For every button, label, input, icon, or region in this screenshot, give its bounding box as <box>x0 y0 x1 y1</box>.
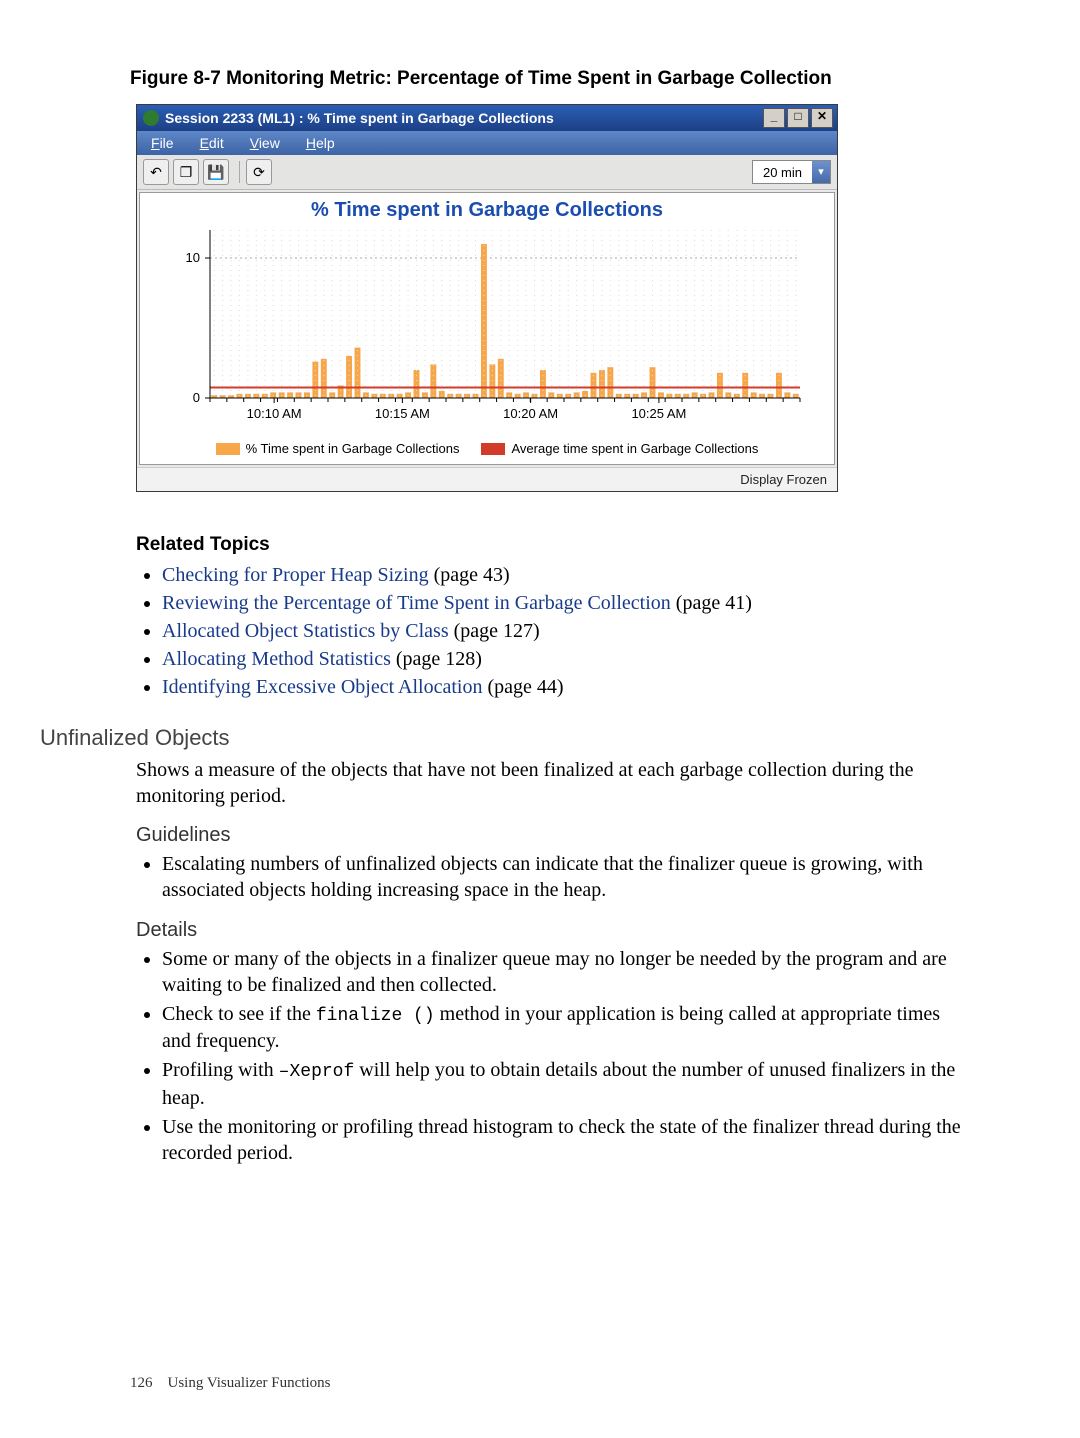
menu-view[interactable]: View <box>250 135 280 151</box>
related-link-4-a[interactable]: Identifying Excessive Object Allocation … <box>162 676 564 698</box>
svg-text:10:20 AM: 10:20 AM <box>503 406 558 421</box>
detail-2: Profiling with –Xeprof will help you to … <box>162 1057 970 1110</box>
maximize-button[interactable]: □ <box>787 108 809 128</box>
guideline-0: Escalating numbers of unfinalized object… <box>162 851 970 903</box>
back-button[interactable]: ↶ <box>143 159 169 185</box>
related-link-0-a[interactable]: Checking for Proper Heap Sizing (page 43… <box>162 564 510 586</box>
window-controls: _ □ ✕ <box>763 108 833 128</box>
details-list: Some or many of the objects in a finaliz… <box>138 946 970 1166</box>
legend-avg-label: Average time spent in Garbage Collection… <box>511 441 758 456</box>
minimize-button[interactable]: _ <box>763 108 785 128</box>
legend-swatch-avg <box>481 443 505 455</box>
status-bar: Display Frozen <box>137 467 837 491</box>
related-link-2: Allocated Object Statistics by Class (pa… <box>162 618 970 645</box>
related-topics-list: Checking for Proper Heap Sizing (page 43… <box>138 562 970 701</box>
detail-1: Check to see if the finalize () method i… <box>162 1001 970 1054</box>
time-range-value: 20 min <box>753 165 812 180</box>
related-topics-heading: Related Topics <box>136 534 970 556</box>
page-number: 126 <box>130 1375 153 1391</box>
related-link-1-a[interactable]: Reviewing the Percentage of Time Spent i… <box>162 592 752 614</box>
legend-series: % Time spent in Garbage Collections <box>216 441 460 456</box>
details-heading: Details <box>136 919 970 942</box>
section-intro: Shows a measure of the objects that have… <box>136 757 970 810</box>
code-finalize: finalize () <box>316 1006 435 1026</box>
chart-panel: % Time spent in Garbage Collections 0 10 1… <box>139 192 835 465</box>
related-link-1: Reviewing the Percentage of Time Spent i… <box>162 590 970 617</box>
figure-caption: Figure 8-7 Monitoring Metric: Percentage… <box>130 68 970 90</box>
svg-text:10:25 AM: 10:25 AM <box>631 406 686 421</box>
legend-swatch-series <box>216 443 240 455</box>
toolbar-separator <box>239 161 240 183</box>
svg-text:0: 0 <box>193 390 200 405</box>
window-title: Session 2233 (ML1) : % Time spent in Gar… <box>165 110 763 126</box>
menu-help[interactable]: Help <box>306 135 335 151</box>
footer-chapter: Using Visualizer Functions <box>168 1375 331 1391</box>
menu-edit[interactable]: Edit <box>200 135 224 151</box>
app-icon <box>143 110 159 126</box>
app-window: Session 2233 (ML1) : % Time spent in Gar… <box>136 104 838 492</box>
page-footer: 126 Using Visualizer Functions <box>130 1375 330 1392</box>
code-xeprof: –Xeprof <box>279 1062 355 1082</box>
chart-legend: % Time spent in Garbage Collections Aver… <box>150 441 824 456</box>
time-range-select[interactable]: 20 min ▾ <box>752 160 831 184</box>
related-link-3: Allocating Method Statistics (page 128) <box>162 646 970 673</box>
close-button[interactable]: ✕ <box>811 108 833 128</box>
chart-plot: 0 10 10:10 AM 10:15 AM 10:20 AM 10:25 AM <box>150 224 810 434</box>
related-link-4: Identifying Excessive Object Allocation … <box>162 674 970 701</box>
menu-file[interactable]: File <box>151 135 174 151</box>
save-button[interactable]: 💾 <box>203 159 229 185</box>
section-heading-unfinalized: Unfinalized Objects <box>40 725 970 751</box>
related-link-0: Checking for Proper Heap Sizing (page 43… <box>162 562 970 589</box>
detail-3: Use the monitoring or profiling thread h… <box>162 1114 970 1166</box>
related-link-3-a[interactable]: Allocating Method Statistics (page 128) <box>162 648 482 670</box>
toolbar: ↶ ❐ 💾 ⟳ 20 min ▾ <box>137 155 837 190</box>
cascade-button[interactable]: ❐ <box>173 159 199 185</box>
svg-text:10:10 AM: 10:10 AM <box>247 406 302 421</box>
svg-text:10:15 AM: 10:15 AM <box>375 406 430 421</box>
chevron-down-icon: ▾ <box>812 161 830 183</box>
guidelines-list: Escalating numbers of unfinalized object… <box>138 851 970 903</box>
guidelines-heading: Guidelines <box>136 824 970 847</box>
legend-average: Average time spent in Garbage Collection… <box>481 441 758 456</box>
refresh-button[interactable]: ⟳ <box>246 159 272 185</box>
window-titlebar: Session 2233 (ML1) : % Time spent in Gar… <box>137 105 837 131</box>
related-link-2-a[interactable]: Allocated Object Statistics by Class (pa… <box>162 620 540 642</box>
svg-text:10: 10 <box>186 250 200 265</box>
legend-series-label: % Time spent in Garbage Collections <box>246 441 460 456</box>
chart-title: % Time spent in Garbage Collections <box>150 199 824 222</box>
detail-0: Some or many of the objects in a finaliz… <box>162 946 970 998</box>
menu-bar: File Edit View Help <box>137 131 837 155</box>
